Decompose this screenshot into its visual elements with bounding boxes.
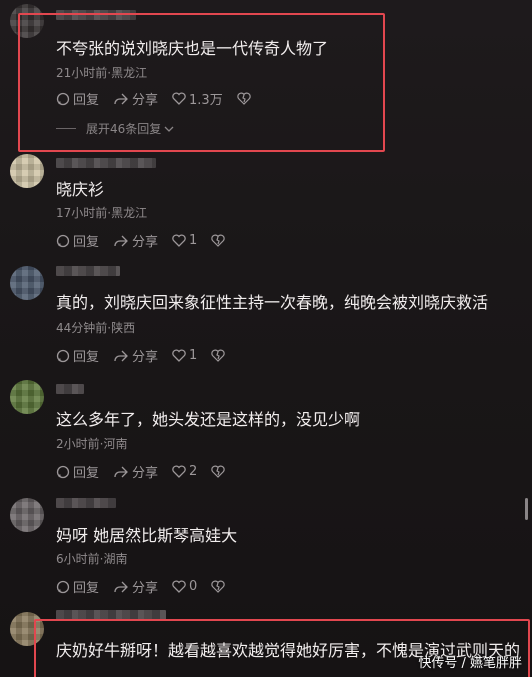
highlight-box <box>18 13 385 152</box>
share-icon <box>114 350 128 361</box>
comment-actions: 回复 分享 0 <box>56 577 226 596</box>
like-button[interactable]: 1 <box>172 233 197 248</box>
scroll-indicator[interactable] <box>525 498 528 520</box>
comment-actions: 回复 分享 1 <box>56 231 226 250</box>
avatar[interactable] <box>10 380 44 414</box>
share-icon <box>114 581 128 592</box>
comment-meta: 44分钟前·陕西 <box>56 321 136 335</box>
share-button[interactable]: 分享 <box>113 231 158 250</box>
comment-text: 这么多年了，她头发还是这样的，没见少啊 <box>56 410 361 429</box>
comment-icon <box>56 234 70 247</box>
comment-item: 妈呀 她居然比斯琴高娃大 6小时前·湖南 回复 分享 0 <box>0 492 532 604</box>
like-count: 1 <box>189 233 198 248</box>
comment-item: 真的，刘晓庆回来象征性主持一次春晚，纯晚会被刘晓庆救活 44分钟前·陕西 回复 … <box>0 262 532 377</box>
share-label: 分享 <box>132 581 159 596</box>
comment-icon <box>56 465 70 478</box>
broken-heart-icon <box>211 580 226 593</box>
heart-icon <box>172 580 186 593</box>
like-button[interactable]: 0 <box>172 579 197 594</box>
reply-button[interactable]: 回复 <box>56 577 99 596</box>
like-count: 0 <box>189 579 198 594</box>
reply-button[interactable]: 回复 <box>56 231 99 250</box>
reply-label: 回复 <box>73 350 100 365</box>
comment-actions: 回复 分享 2 <box>56 462 226 481</box>
comment-meta: 17小时前·黑龙江 <box>56 206 148 220</box>
share-button[interactable]: 分享 <box>113 577 158 596</box>
broken-heart-icon <box>211 465 226 478</box>
share-icon <box>114 466 128 477</box>
dislike-button[interactable] <box>211 580 226 593</box>
share-label: 分享 <box>132 466 159 481</box>
share-button[interactable]: 分享 <box>113 462 158 481</box>
username[interactable] <box>56 158 156 168</box>
username[interactable] <box>56 266 120 276</box>
comment-item: 这么多年了，她头发还是这样的，没见少啊 2小时前·河南 回复 分享 2 <box>0 380 532 488</box>
avatar[interactable] <box>10 498 44 532</box>
like-count: 1 <box>189 348 198 363</box>
comment-meta: 6小时前·湖南 <box>56 552 128 566</box>
heart-icon <box>172 349 186 362</box>
comment-item: 晓庆衫 17小时前·黑龙江 回复 分享 1 <box>0 150 532 260</box>
avatar[interactable] <box>10 154 44 188</box>
reply-label: 回复 <box>73 235 100 250</box>
dislike-button[interactable] <box>211 349 226 362</box>
reply-button[interactable]: 回复 <box>56 346 99 365</box>
heart-icon <box>172 465 186 478</box>
reply-label: 回复 <box>73 581 100 596</box>
username[interactable] <box>56 384 84 394</box>
share-label: 分享 <box>132 350 159 365</box>
comment-actions: 回复 分享 1 <box>56 346 226 365</box>
reply-label: 回复 <box>73 466 100 481</box>
dislike-button[interactable] <box>211 234 226 247</box>
like-button[interactable]: 1 <box>172 348 197 363</box>
watermark: 快传号 / 嬿笔胖胖 <box>418 656 522 671</box>
comment-text: 真的，刘晓庆回来象征性主持一次春晚，纯晚会被刘晓庆救活 <box>56 293 489 312</box>
comment-icon <box>56 349 70 362</box>
share-label: 分享 <box>132 235 159 250</box>
broken-heart-icon <box>211 349 226 362</box>
share-button[interactable]: 分享 <box>113 346 158 365</box>
like-button[interactable]: 2 <box>172 464 197 479</box>
reply-button[interactable]: 回复 <box>56 462 99 481</box>
like-count: 2 <box>189 464 198 479</box>
comment-text: 妈呀 她居然比斯琴高娃大 <box>56 526 238 545</box>
heart-icon <box>172 234 186 247</box>
comment-icon <box>56 580 70 593</box>
avatar[interactable] <box>10 266 44 300</box>
comment-meta: 2小时前·河南 <box>56 437 128 451</box>
share-icon <box>114 235 128 246</box>
comment-text: 晓庆衫 <box>56 180 105 199</box>
broken-heart-icon <box>211 234 226 247</box>
dislike-button[interactable] <box>211 465 226 478</box>
username[interactable] <box>56 498 116 508</box>
